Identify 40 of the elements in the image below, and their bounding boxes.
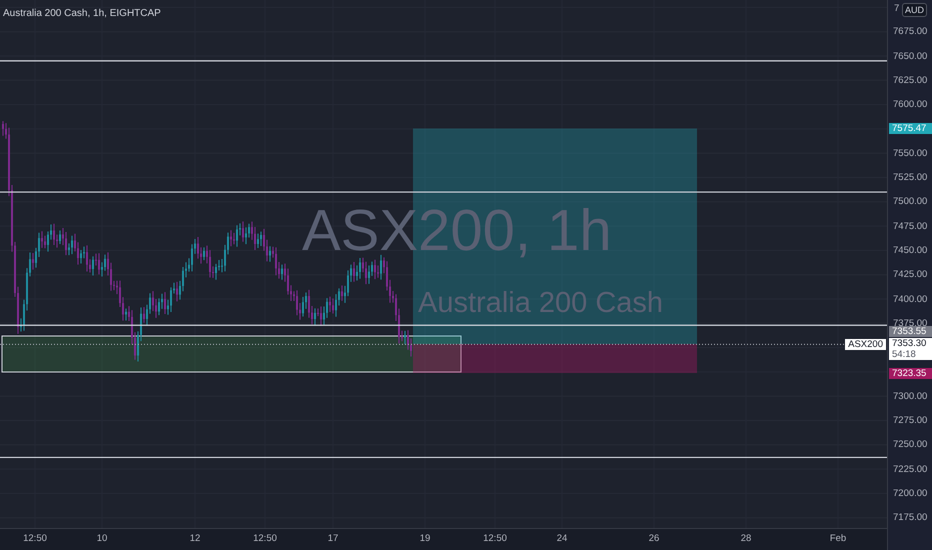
time-label: 12 — [190, 533, 200, 544]
symbol-label: ASX200 — [845, 338, 886, 350]
price-label: 7625.00 — [893, 74, 928, 86]
price-label: 7375.00 — [893, 318, 928, 329]
time-label: 12:50 — [253, 533, 277, 544]
time-label: 28 — [740, 533, 752, 544]
price-label: 7200.00 — [893, 488, 928, 499]
price-label: 7550.00 — [893, 148, 928, 159]
countdown-label: 54:18 — [889, 349, 932, 360]
price-label: 7650.00 — [893, 50, 928, 62]
time-label: 10 — [96, 533, 108, 544]
time-label: 24 — [556, 533, 568, 544]
time-label: 19 — [420, 533, 430, 544]
currency-button[interactable]: AUD — [902, 3, 928, 17]
description-watermark: Australia 200 Cash — [418, 286, 664, 320]
time-label: 17 — [328, 533, 338, 544]
price-label: 7575.47 — [889, 122, 932, 134]
price-label: 7353.55 — [889, 326, 932, 338]
time-label: 12:50 — [23, 533, 47, 544]
price-label: 7175.00 — [893, 512, 928, 524]
price-label: 7675.00 — [893, 26, 928, 38]
price-label: 7275.00 — [893, 415, 928, 426]
price-label: 7600.00 — [893, 99, 928, 110]
chart-title: Australia 200 Cash, 1h, EIGHTCAP — [3, 7, 161, 21]
time-label: 26 — [648, 533, 660, 544]
price-label: 7450.00 — [893, 244, 928, 256]
price-label: 7475.00 — [893, 220, 928, 232]
price-label: 7400.00 — [893, 294, 928, 304]
symbol-watermark: ASX200, 1h — [302, 198, 612, 264]
price-label: 7225.00 — [893, 464, 928, 475]
price-label: 7525.00 — [893, 172, 928, 183]
time-label: Feb — [830, 533, 846, 544]
price-label: 7300.00 — [893, 390, 928, 402]
time-label: 12:50 — [483, 533, 507, 544]
price-label: 7500.00 — [893, 196, 928, 208]
price-label: 7 — [894, 3, 900, 14]
price-label: 7323.35 — [889, 368, 932, 379]
price-label: 7250.00 — [893, 439, 928, 450]
price-label: 7353.30 — [889, 338, 932, 350]
price-label: 7425.00 — [893, 269, 928, 280]
